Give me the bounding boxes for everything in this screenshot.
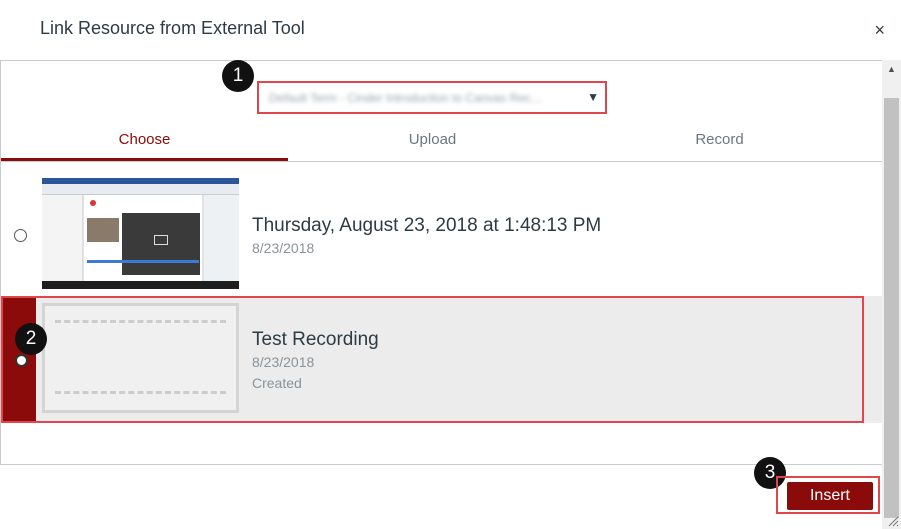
monitor-icon bbox=[154, 235, 168, 245]
close-icon[interactable]: × bbox=[874, 20, 885, 40]
item-date: 8/23/2018 bbox=[252, 240, 315, 256]
insert-button-highlight: Insert bbox=[776, 476, 880, 514]
thumb-webcam bbox=[87, 218, 119, 242]
scrollbar[interactable]: ▲ bbox=[882, 60, 901, 529]
thumb-ribbon bbox=[42, 184, 239, 195]
item-radio[interactable] bbox=[14, 229, 27, 242]
dialog-header: Link Resource from External Tool × bbox=[0, 0, 901, 61]
tab-bar: Choose Upload Record bbox=[1, 125, 883, 162]
step-badge-2: 2 bbox=[15, 323, 47, 355]
scroll-up-icon[interactable]: ▲ bbox=[882, 60, 901, 79]
thumb-taskbar bbox=[42, 281, 239, 289]
thumb-left-pane bbox=[42, 195, 83, 281]
item-title: Thursday, August 23, 2018 at 1:48:13 PM bbox=[252, 215, 602, 236]
thumb-progress bbox=[87, 260, 199, 263]
caret-down-icon: ▼ bbox=[587, 90, 599, 104]
dialog-content: 1 Default Term - Cinder Introduction to … bbox=[0, 60, 883, 465]
list-item[interactable]: Thursday, August 23, 2018 at 1:48:13 PM … bbox=[1, 172, 883, 297]
list-item-selected[interactable]: Test Recording 8/23/2018 Created bbox=[1, 296, 883, 423]
link-resource-dialog: Link Resource from External Tool × 1 Def… bbox=[0, 0, 901, 529]
scroll-thumb[interactable] bbox=[884, 98, 899, 518]
source-select-value: Default Term - Cinder Introduction to Ca… bbox=[269, 91, 541, 105]
tab-record[interactable]: Record bbox=[576, 125, 863, 161]
tab-choose[interactable]: Choose bbox=[1, 125, 288, 161]
thumb-record-dot bbox=[90, 200, 96, 206]
resize-grip-icon[interactable] bbox=[886, 514, 899, 527]
selection-highlight bbox=[1, 296, 864, 423]
dialog-title: Link Resource from External Tool bbox=[40, 18, 305, 38]
thumb-right-pane bbox=[204, 195, 239, 281]
insert-button[interactable]: Insert bbox=[787, 482, 873, 510]
source-select[interactable]: Default Term - Cinder Introduction to Ca… bbox=[263, 86, 601, 109]
video-thumbnail bbox=[42, 178, 239, 289]
step-badge-1: 1 bbox=[222, 60, 254, 92]
source-select-highlight: Default Term - Cinder Introduction to Ca… bbox=[257, 81, 607, 114]
tab-upload[interactable]: Upload bbox=[289, 125, 576, 161]
